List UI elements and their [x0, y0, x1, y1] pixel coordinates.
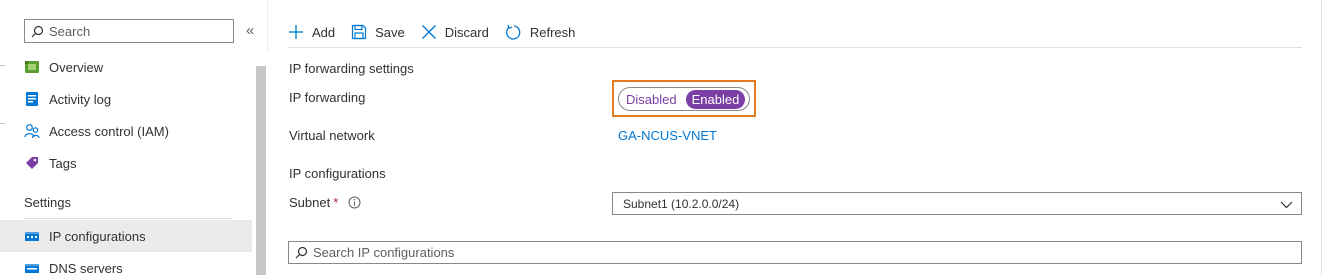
- sidebar-item-tags[interactable]: Tags: [0, 147, 252, 179]
- ip-forwarding-toggle[interactable]: Disabled Enabled: [618, 87, 750, 111]
- virtual-network-label: Virtual network: [289, 128, 375, 143]
- ip-forwarding-label: IP forwarding: [289, 90, 366, 105]
- discard-button[interactable]: Discard: [421, 24, 489, 40]
- sidebar-item-access-control[interactable]: Access control (IAM): [0, 115, 252, 147]
- settings-section-divider: [24, 218, 232, 219]
- sidebar-item-activity-log[interactable]: Activity log: [0, 83, 252, 115]
- plus-icon: [289, 25, 303, 39]
- save-icon: [352, 24, 367, 40]
- command-bar: Add Save Discard Refresh: [288, 17, 591, 47]
- subnet-dropdown-value: Subnet1 (10.2.0.0/24): [623, 196, 740, 211]
- sidebar-item-label: DNS servers: [49, 260, 123, 275]
- sidebar-item-dns-servers[interactable]: DNS servers: [0, 252, 252, 275]
- add-button[interactable]: Add: [288, 24, 335, 40]
- sidebar-search-box[interactable]: [24, 19, 234, 43]
- ip-configurations-heading: IP configurations: [289, 166, 386, 181]
- info-icon[interactable]: [348, 196, 361, 209]
- ip-configurations-search-box[interactable]: [288, 241, 1302, 264]
- collapse-sidebar-icon[interactable]: «: [246, 21, 260, 41]
- toggle-option-disabled[interactable]: Disabled: [626, 92, 677, 107]
- search-icon: [31, 25, 44, 37]
- tag-icon: [26, 157, 38, 169]
- discard-button-label: Discard: [444, 24, 489, 40]
- main-content: Add Save Discard Refresh IP forwarding s…: [268, 0, 1324, 275]
- network-interface-ip-configurations-page: « Overview Activity log: [0, 0, 1324, 275]
- command-bar-divider: [288, 47, 1302, 48]
- ip-forwarding-toggle-highlight: Disabled Enabled: [612, 80, 756, 117]
- sidebar-search-input[interactable]: [49, 23, 229, 39]
- subnet-label-text: Subnet: [289, 195, 331, 210]
- chevron-down-icon: [1280, 201, 1293, 209]
- subnet-label: Subnet *: [289, 195, 338, 210]
- required-indicator: *: [333, 195, 339, 210]
- search-icon: [295, 246, 308, 259]
- save-button-label: Save: [375, 24, 405, 40]
- ip-configurations-search-input[interactable]: [313, 245, 1213, 260]
- sidebar-item-label: Access control (IAM): [49, 123, 169, 139]
- sidebar-item-ip-configurations[interactable]: IP configurations: [0, 220, 252, 252]
- sidebar-scrollbar-thumb[interactable]: [256, 66, 266, 275]
- close-icon: [421, 25, 436, 39]
- toggle-option-enabled[interactable]: Enabled: [685, 89, 746, 109]
- access-control-icon: [24, 124, 40, 139]
- dns-servers-icon: [25, 264, 39, 273]
- sidebar-item-label: Overview: [49, 59, 104, 75]
- sidebar-item-label: Tags: [49, 155, 77, 171]
- refresh-button[interactable]: Refresh: [505, 24, 576, 41]
- ip-forwarding-settings-heading: IP forwarding settings: [289, 61, 414, 76]
- sidebar-item-label: IP configurations: [49, 228, 146, 244]
- resource-menu-sidebar: « Overview Activity log: [0, 0, 268, 275]
- page-right-border: [1321, 0, 1322, 275]
- sidebar-item-overview[interactable]: Overview: [0, 51, 252, 83]
- add-button-label: Add: [312, 24, 336, 40]
- overview-icon: [25, 61, 39, 73]
- settings-section-header: Settings: [24, 195, 71, 210]
- refresh-button-label: Refresh: [529, 24, 576, 40]
- ip-configurations-icon: [25, 232, 39, 241]
- sidebar-item-label: Activity log: [49, 91, 112, 107]
- save-button[interactable]: Save: [351, 24, 405, 40]
- virtual-network-link[interactable]: GA-NCUS-VNET: [618, 128, 717, 143]
- refresh-icon: [505, 24, 521, 40]
- activity-log-icon: [26, 92, 38, 106]
- subnet-dropdown[interactable]: Subnet1 (10.2.0.0/24): [612, 192, 1302, 215]
